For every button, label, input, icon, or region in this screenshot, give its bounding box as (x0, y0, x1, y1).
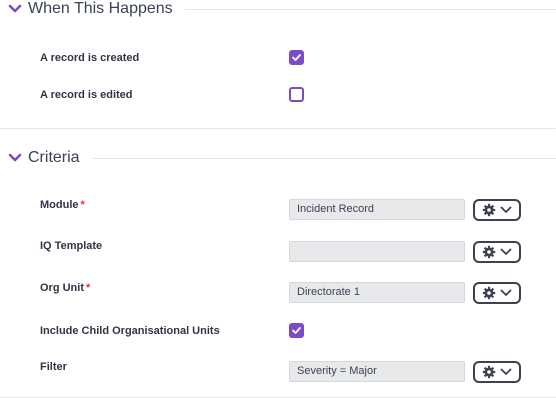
org-unit-field[interactable]: Directorate 1 (289, 282, 465, 303)
chevron-down-icon (500, 248, 512, 255)
chevron-down-icon (500, 206, 512, 213)
when-this-happens-panel (0, 9, 556, 129)
section-header-when[interactable]: When This Happens (8, 0, 185, 18)
filter-field[interactable]: Severity = Major (289, 361, 465, 382)
filter-label: Filter (40, 361, 67, 373)
record-created-label: A record is created (40, 52, 140, 64)
org-unit-label: Org Unit * (40, 282, 91, 294)
gear-icon (482, 365, 496, 379)
gear-icon (482, 245, 496, 259)
gear-icon (482, 203, 496, 217)
module-field[interactable]: Incident Record (289, 199, 465, 220)
section-divider (178, 9, 556, 10)
record-edited-checkbox[interactable] (289, 87, 304, 102)
section-header-criteria[interactable]: Criteria (8, 149, 92, 167)
record-created-checkbox[interactable] (289, 50, 304, 65)
iq-template-field[interactable] (289, 241, 465, 262)
chevron-down-icon (500, 368, 512, 375)
required-marker: * (86, 282, 91, 294)
section-title: Criteria (28, 149, 80, 166)
include-child-checkbox[interactable] (289, 323, 304, 338)
check-icon (292, 54, 301, 61)
check-icon (292, 327, 301, 334)
iq-template-settings-button[interactable] (473, 241, 521, 263)
section-title: When This Happens (28, 0, 173, 17)
required-marker: * (80, 199, 85, 211)
criteria-panel (0, 158, 556, 398)
chevron-down-icon[interactable] (8, 2, 22, 16)
module-settings-button[interactable] (473, 199, 521, 221)
section-divider (92, 158, 556, 159)
gear-icon (482, 286, 496, 300)
iq-template-label: IQ Template (40, 240, 103, 252)
include-child-label: Include Child Organisational Units (40, 325, 220, 337)
module-label: Module * (40, 199, 85, 211)
chevron-down-icon (500, 289, 512, 296)
chevron-down-icon[interactable] (8, 151, 22, 165)
filter-settings-button[interactable] (473, 361, 521, 383)
record-edited-label: A record is edited (40, 89, 133, 101)
org-unit-settings-button[interactable] (473, 282, 521, 304)
